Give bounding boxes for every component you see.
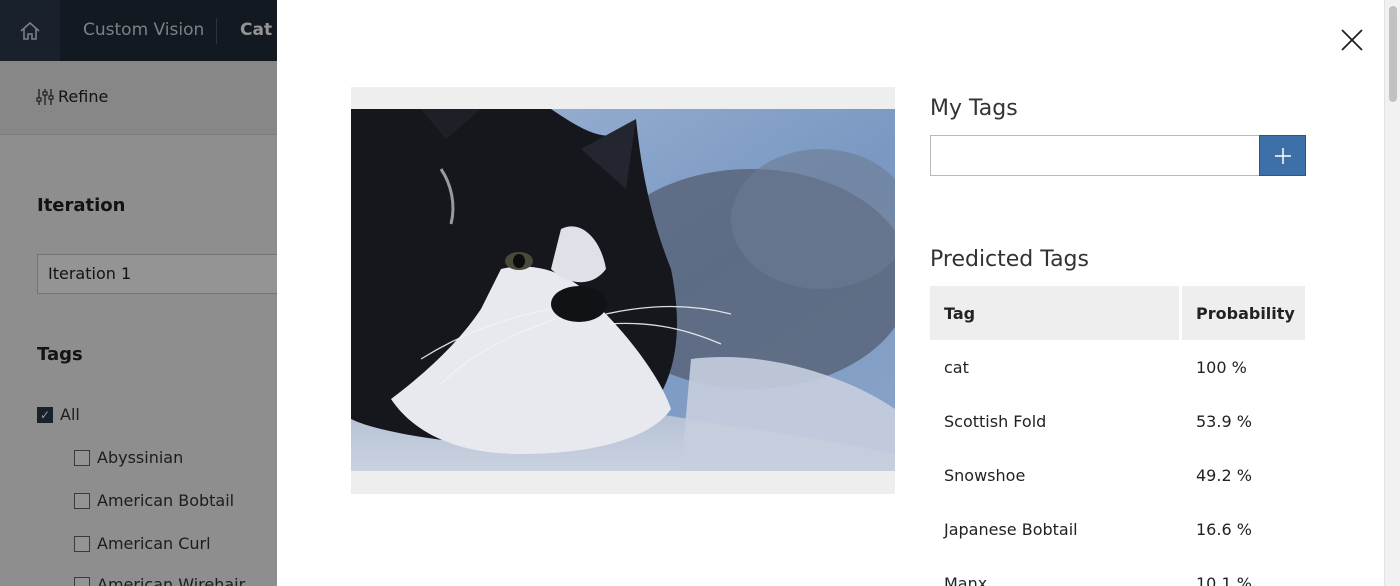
prediction-tag: Snowshoe (944, 465, 1026, 485)
cat-photo (351, 109, 895, 471)
image-detail-dialog: My Tags Predicted Tags Tag Probability c… (277, 0, 1384, 586)
prediction-tag: Japanese Bobtail (944, 519, 1078, 539)
column-header-probability[interactable]: Probability (1182, 286, 1305, 340)
prediction-probability: 49.2 % (1196, 465, 1252, 485)
prediction-probability: 16.6 % (1196, 519, 1252, 539)
page-scrollbar[interactable] (1384, 0, 1400, 586)
add-tag-button[interactable] (1259, 135, 1306, 176)
close-icon (1341, 29, 1363, 51)
prediction-probability: 10.1 % (1196, 573, 1252, 586)
prediction-tag: Manx (944, 573, 988, 586)
scrollbar-thumb[interactable] (1389, 6, 1397, 102)
table-row: Manx 10.1 % (930, 556, 1305, 586)
plus-icon (1274, 147, 1291, 164)
my-tags-title: My Tags (930, 96, 1018, 121)
predicted-tags-title: Predicted Tags (930, 247, 1089, 272)
prediction-tag: Scottish Fold (944, 411, 1047, 431)
table-row: cat 100 % (930, 340, 1305, 394)
table-header-row: Tag Probability (930, 286, 1305, 340)
prediction-tag: cat (944, 357, 969, 377)
table-row: Scottish Fold 53.9 % (930, 394, 1305, 448)
prediction-probability: 53.9 % (1196, 411, 1252, 431)
table-row: Japanese Bobtail 16.6 % (930, 502, 1305, 556)
prediction-probability: 100 % (1196, 357, 1247, 377)
predicted-tags-table: Tag Probability cat 100 % Scottish Fold … (930, 286, 1305, 586)
column-header-tag[interactable]: Tag (930, 286, 1182, 340)
image-preview (351, 87, 895, 494)
add-tag-input[interactable] (930, 135, 1260, 176)
table-row: Snowshoe 49.2 % (930, 448, 1305, 502)
close-button[interactable] (1338, 26, 1366, 54)
